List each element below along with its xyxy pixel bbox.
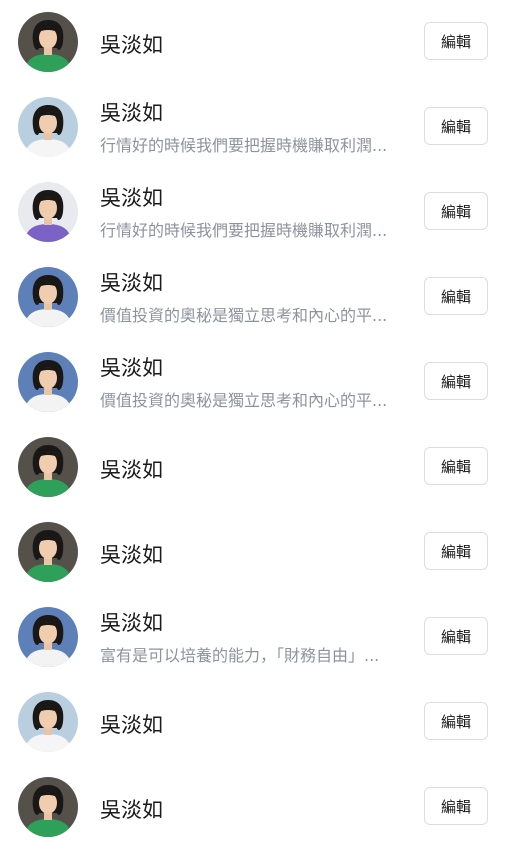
avatar	[18, 352, 78, 412]
message-preview: 價值投資的奧秘是獨立思考和內心的平...	[100, 391, 388, 410]
avatar	[18, 607, 78, 667]
list-item[interactable]: 吳淡如價值投資的奧秘是獨立思考和內心的平... 編輯	[0, 255, 507, 340]
contact-list: 吳淡如 編輯 吳淡如 行情好的時候我們要把握時機賺取利潤... 編輯 吳淡如 行情好的時候我…	[0, 0, 507, 850]
edit-button[interactable]: 編輯	[424, 617, 488, 655]
avatar	[18, 522, 78, 582]
avatar	[18, 692, 78, 752]
contact-name: 吳淡如	[100, 186, 163, 210]
edit-button[interactable]: 編輯	[424, 787, 488, 825]
edit-button[interactable]: 編輯	[424, 22, 488, 60]
list-item[interactable]: 吳淡如 編輯	[0, 425, 507, 510]
contact-name: 吳淡如	[100, 101, 163, 125]
list-item[interactable]: 吳淡如 編輯	[0, 0, 507, 85]
message-preview: 行情好的時候我們要把握時機賺取利潤...	[100, 136, 388, 155]
edit-button[interactable]: 編輯	[424, 192, 488, 230]
contact-name: 吳淡如	[100, 543, 163, 567]
message-preview: 價值投資的奧秘是獨立思考和內心的平...	[100, 306, 388, 325]
avatar	[18, 182, 78, 242]
list-item[interactable]: 吳淡如 編輯	[0, 510, 507, 595]
contact-name: 吳淡如	[100, 356, 163, 380]
message-preview: 行情好的時候我們要把握時機賺取利潤...	[100, 221, 388, 240]
list-item[interactable]: 吳淡如富有是可以培養的能力，「財務自由」... 編輯	[0, 595, 507, 680]
list-item[interactable]: 吳淡如價值投資的奧秘是獨立思考和內心的平... 編輯	[0, 340, 507, 425]
avatar	[18, 12, 78, 72]
list-item[interactable]: 吳淡如行情好的時候我們要把握時機賺取利潤... 編輯	[0, 85, 507, 170]
contact-name: 吳淡如	[100, 33, 163, 57]
avatar	[18, 437, 78, 497]
list-item[interactable]: 吳淡如 編輯	[0, 680, 507, 765]
contact-name: 吳淡如	[100, 458, 163, 482]
list-item[interactable]: 吳淡如 編輯	[0, 765, 507, 850]
edit-button[interactable]: 編輯	[424, 447, 488, 485]
contact-name: 吳淡如	[100, 611, 163, 635]
contact-name: 吳淡如	[100, 271, 163, 295]
contact-name: 吳淡如	[100, 713, 163, 737]
message-preview: 富有是可以培養的能力，「財務自由」...	[100, 646, 380, 665]
edit-button[interactable]: 編輯	[424, 277, 488, 315]
edit-button[interactable]: 編輯	[424, 362, 488, 400]
edit-button[interactable]: 編輯	[424, 107, 488, 145]
contact-name: 吳淡如	[100, 798, 163, 822]
edit-button[interactable]: 編輯	[424, 532, 488, 570]
avatar	[18, 267, 78, 327]
avatar	[18, 97, 78, 157]
list-item[interactable]: 吳淡如行情好的時候我們要把握時機賺取利潤... 編輯	[0, 170, 507, 255]
avatar	[18, 777, 78, 837]
edit-button[interactable]: 編輯	[424, 702, 488, 740]
